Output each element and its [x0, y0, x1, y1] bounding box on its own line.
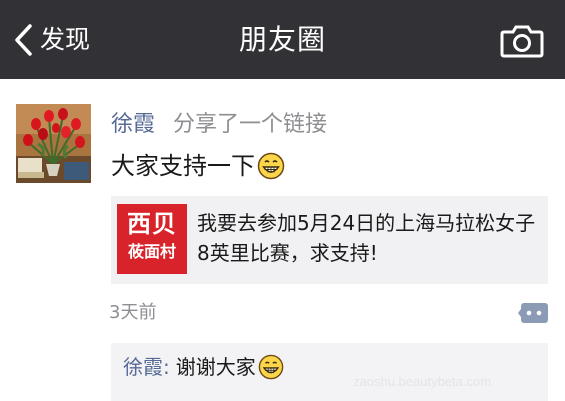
post-action-text: 分享了一个链接 [173, 112, 328, 137]
tulip-avatar-image [16, 104, 91, 183]
comment-item: 徐霞 : 谢谢大家 [123, 352, 284, 382]
avatar[interactable] [16, 104, 91, 183]
grin-emoji-icon [257, 152, 285, 180]
comment-text: 谢谢大家 [175, 355, 256, 379]
post-timestamp: 3天前 [109, 302, 157, 323]
logo-line-2: 莜面村 [127, 242, 176, 261]
camera-icon[interactable] [500, 24, 544, 58]
post-text-content: 大家支持一下 [111, 152, 255, 180]
logo-line-1: 西贝 [127, 210, 177, 238]
comment-separator: : [163, 355, 170, 379]
link-thumbnail-logo: 西贝 莜面村 [117, 204, 187, 274]
page-title: 朋友圈 [238, 23, 326, 56]
comments-section: 徐霞 : 谢谢大家 [111, 343, 548, 401]
post-text: 大家支持一下 [111, 150, 285, 182]
navigation-bar: 发现 朋友圈 [0, 0, 565, 79]
watermark: zaoshu.beautybeta.com [353, 374, 492, 389]
shared-link-card[interactable]: 西贝 莜面村 我要去参加5月24日的上海马拉松女子8英里比赛，求支持! [111, 196, 548, 284]
comment-menu-icon[interactable] [518, 301, 548, 325]
link-title: 我要去参加5月24日的上海马拉松女子8英里比赛，求支持! [197, 211, 536, 265]
grin-emoji-icon [258, 354, 284, 380]
comment-author[interactable]: 徐霞 [123, 352, 163, 382]
post-author-name[interactable]: 徐霞 [111, 110, 155, 140]
